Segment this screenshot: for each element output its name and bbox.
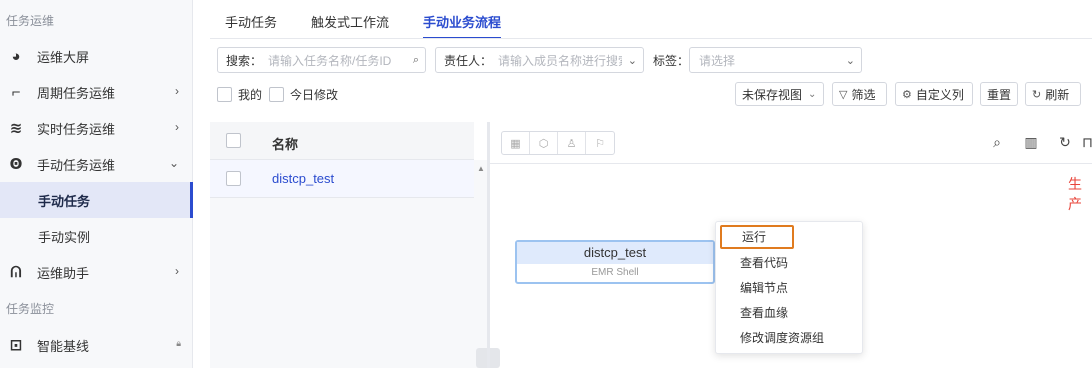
environment-label: 生产 bbox=[1068, 176, 1082, 212]
chevron-right-icon: › bbox=[175, 120, 179, 134]
checkbox[interactable] bbox=[269, 87, 284, 102]
table-row[interactable]: distcp_test bbox=[210, 160, 474, 198]
sidebar-item-baseline[interactable]: ⊡ 智能基线 🔒︎ bbox=[0, 327, 193, 363]
cycle-icon: ⌐ bbox=[11, 83, 21, 101]
reset-button[interactable]: 重置 bbox=[980, 82, 1018, 106]
tag-select[interactable]: 请选择 ⌄ bbox=[689, 47, 862, 73]
sidebar-item-manual-ops[interactable]: Ꙩ 手动任务运维 ⌄ bbox=[0, 146, 193, 182]
vertical-scrollbar[interactable]: ▲ bbox=[474, 160, 488, 368]
more-icon[interactable]: ⊓ bbox=[1082, 134, 1092, 151]
sidebar-item-label: 智能基线 bbox=[37, 338, 90, 354]
refresh-icon: ↻ bbox=[1032, 88, 1042, 101]
tab-manual-business-flow[interactable]: 手动业务流程 bbox=[423, 8, 502, 39]
menu-item-run[interactable]: 运行 bbox=[720, 225, 794, 249]
workflow-node[interactable]: distcp_test EMR Shell bbox=[515, 240, 715, 284]
sidebar-item-label: 运维大屏 bbox=[37, 49, 90, 65]
sidebar-subitem-manual-instance[interactable]: 手动实例 bbox=[0, 218, 193, 254]
search-icon: ⌕ bbox=[412, 53, 419, 66]
menu-item-view-lineage[interactable]: 查看血缘 bbox=[716, 301, 862, 325]
tag-placeholder: 请选择 bbox=[699, 53, 736, 68]
chevron-down-icon: ⌄ bbox=[627, 54, 637, 67]
sidebar-item-label: 周期任务运维 bbox=[37, 85, 116, 101]
search-field[interactable]: 搜索： 请输入任务名称/任务ID ⌕ bbox=[217, 47, 426, 73]
funnel-icon: ▽ bbox=[839, 88, 848, 101]
view-select[interactable]: 未保存视图 ⌄ bbox=[735, 82, 824, 106]
line-chart-icon: ⊡ bbox=[9, 337, 23, 354]
row-name-link[interactable]: distcp_test bbox=[272, 171, 334, 186]
owner-input[interactable]: 请输入成员名称进行搜索 bbox=[498, 52, 622, 69]
chevron-right-icon: › bbox=[175, 264, 179, 278]
user-icon[interactable]: ♙ bbox=[558, 132, 586, 154]
filter-button[interactable]: ▽ 筛选 bbox=[832, 82, 887, 106]
stethoscope-icon: ᕬ bbox=[10, 263, 22, 281]
select-all-checkbox[interactable] bbox=[226, 133, 241, 148]
flag-icon[interactable]: ⚐ bbox=[586, 132, 614, 154]
realtime-icon: ≋ bbox=[9, 120, 23, 137]
checkbox[interactable] bbox=[217, 87, 232, 102]
gear-icon: ⚙ bbox=[902, 88, 912, 101]
refresh-label: 刷新 bbox=[1045, 87, 1070, 102]
map-icon[interactable]: ▥ bbox=[1014, 134, 1048, 151]
sidebar-item-dashboard[interactable]: ◕ 运维大屏 bbox=[0, 38, 193, 74]
canvas-toolbar: ▦ ⬡ ♙ ⚐ ⌕ ▥ ↻ ⊓ bbox=[490, 122, 1092, 164]
today-modified-checkbox[interactable]: 今日修改 bbox=[269, 86, 338, 103]
tab-divider bbox=[210, 38, 1092, 39]
sidebar-item-label: 运维助手 bbox=[37, 265, 90, 281]
scroll-up-icon[interactable]: ▲ bbox=[477, 164, 485, 173]
chevron-down-icon: ⌄ bbox=[845, 54, 855, 67]
tab-triggered-workflow[interactable]: 触发式工作流 bbox=[311, 8, 389, 38]
menu-item-edit-node[interactable]: 编辑节点 bbox=[716, 276, 862, 300]
sidebar-item-label: 手动任务运维 bbox=[37, 157, 116, 173]
table-header: 名称 bbox=[210, 122, 474, 160]
chevron-down-icon: ⌄ bbox=[808, 88, 817, 100]
column-name: 名称 bbox=[272, 137, 299, 152]
refresh-button[interactable]: ↻ 刷新 bbox=[1025, 82, 1081, 106]
tab-bar: 手动任务 触发式工作流 手动业务流程 bbox=[210, 8, 535, 39]
row-checkbox[interactable] bbox=[226, 171, 241, 186]
sidebar: 任务运维 ◕ 运维大屏 ⌐ 周期任务运维 › ≋ 实时任务运维 › Ꙩ 手动任务… bbox=[0, 0, 193, 368]
node-title: distcp_test bbox=[517, 242, 713, 264]
owner-label: 责任人： bbox=[444, 53, 493, 68]
custom-columns-label: 自定义列 bbox=[915, 87, 964, 102]
refresh-icon[interactable]: ↻ bbox=[1048, 134, 1082, 151]
owner-field[interactable]: 责任人： 请输入成员名称进行搜索 ⌄ bbox=[435, 47, 644, 73]
menu-item-view-code[interactable]: 查看代码 bbox=[716, 251, 862, 275]
chevron-down-icon: ⌄ bbox=[168, 156, 179, 170]
sidebar-group-ops: 任务运维 bbox=[6, 14, 55, 28]
canvas-right-tools: ⌕ ▥ ↻ ⊓ bbox=[980, 134, 1092, 151]
custom-columns-button[interactable]: ⚙ 自定义列 bbox=[895, 82, 973, 106]
sidebar-item-ops-assistant[interactable]: ᕬ 运维助手 › bbox=[0, 254, 193, 290]
tag-label: 标签： bbox=[653, 54, 690, 68]
tab-manual-task[interactable]: 手动任务 bbox=[225, 8, 277, 38]
sidebar-subitem-manual-task[interactable]: 手动任务 bbox=[0, 182, 193, 218]
mine-label: 我的 bbox=[238, 88, 263, 102]
sidebar-item-label: 实时任务运维 bbox=[37, 121, 116, 137]
view-label: 未保存视图 bbox=[742, 87, 803, 102]
menu-item-modify-resource-group[interactable]: 修改调度资源组 bbox=[716, 326, 862, 350]
search-label: 搜索： bbox=[226, 53, 263, 68]
filter-label: 筛选 bbox=[851, 87, 876, 102]
lock-icon: 🔒︎ bbox=[176, 338, 181, 348]
search-input[interactable]: 请输入任务名称/任务ID bbox=[268, 52, 407, 69]
today-modified-label: 今日修改 bbox=[290, 88, 339, 102]
search-icon[interactable]: ⌕ bbox=[980, 134, 1014, 151]
grid-icon[interactable]: ▦ bbox=[502, 132, 530, 154]
sidebar-item-realtime-ops[interactable]: ≋ 实时任务运维 › bbox=[0, 110, 193, 146]
sidebar-group-monitor: 任务监控 bbox=[6, 302, 55, 316]
manual-icon: Ꙩ bbox=[9, 156, 23, 173]
pie-chart-icon: ◕ bbox=[11, 47, 21, 65]
node-type: EMR Shell bbox=[591, 267, 639, 278]
mine-checkbox[interactable]: 我的 bbox=[217, 86, 262, 103]
sidebar-item-cycle-ops[interactable]: ⌐ 周期任务运维 › bbox=[0, 74, 193, 110]
canvas-tool-group: ▦ ⬡ ♙ ⚐ bbox=[501, 131, 615, 155]
reset-label: 重置 bbox=[987, 87, 1012, 102]
context-menu: 运行 查看代码 编辑节点 查看血缘 修改调度资源组 bbox=[715, 221, 863, 354]
cube-icon[interactable]: ⬡ bbox=[530, 132, 558, 154]
chevron-right-icon: › bbox=[175, 84, 179, 98]
table-body bbox=[210, 198, 474, 368]
